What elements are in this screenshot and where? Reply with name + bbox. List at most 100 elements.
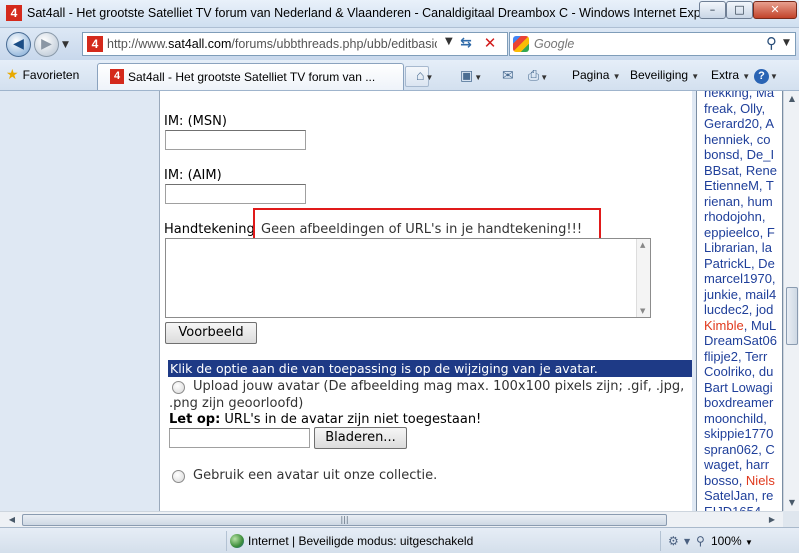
online-user-name[interactable]: , MuL: [744, 318, 777, 333]
tools-menu[interactable]: Extra ▼: [711, 67, 750, 87]
online-user-name[interactable]: henniek, co: [704, 132, 771, 147]
online-user-name[interactable]: SatelJan, re: [704, 488, 773, 503]
vertical-scrollbar[interactable]: ▲ ▼: [783, 91, 799, 511]
zoom-magnifier-icon[interactable]: ⚲: [696, 534, 705, 548]
signature-textarea[interactable]: ▲ ▼: [165, 238, 651, 318]
online-user-name[interactable]: spran062, C: [704, 442, 775, 457]
online-user-name[interactable]: boxdreamer: [704, 395, 773, 410]
online-user-line[interactable]: boxdreamer: [704, 395, 773, 410]
online-user-name[interactable]: freak, Olly,: [704, 101, 765, 116]
online-user-line[interactable]: skippie1770: [704, 426, 773, 441]
help-button[interactable]: ? ▼: [754, 67, 778, 87]
minimize-button[interactable]: –: [699, 1, 726, 19]
online-user-name[interactable]: bonsd, De_I: [704, 147, 774, 162]
online-user-line[interactable]: Bart Lowagi: [704, 380, 773, 395]
online-user-name[interactable]: BBsat, Rene: [704, 163, 777, 178]
upload-avatar-radio[interactable]: [172, 381, 185, 394]
online-user-name[interactable]: rienan, hum: [704, 194, 773, 209]
online-user-name[interactable]: Niels: [746, 473, 775, 488]
textarea-scrollbar[interactable]: ▲ ▼: [636, 239, 650, 317]
online-user-line[interactable]: bosso, Niels: [704, 473, 775, 488]
online-user-name[interactable]: Bart Lowagi: [704, 380, 773, 395]
refresh-icon[interactable]: ⇆: [456, 35, 476, 53]
browse-button[interactable]: Bladeren...: [314, 427, 407, 449]
avatar-file-input[interactable]: [169, 428, 310, 448]
online-user-name[interactable]: PatrickL, De: [704, 256, 775, 271]
forward-button[interactable]: ▶: [34, 32, 59, 57]
textarea-scroll-down-icon[interactable]: ▼: [640, 307, 645, 315]
online-user-name[interactable]: EtienneM, T: [704, 178, 774, 193]
online-user-name[interactable]: EIJD1654: [704, 504, 761, 512]
online-user-name[interactable]: Librarian, la: [704, 240, 772, 255]
online-user-name[interactable]: bosso,: [704, 473, 746, 488]
scroll-right-icon[interactable]: ▶: [764, 512, 780, 528]
online-user-line[interactable]: bonsd, De_I: [704, 147, 774, 162]
stop-icon[interactable]: ✕: [480, 34, 500, 52]
collection-avatar-radio[interactable]: [172, 470, 185, 483]
print-button[interactable]: ⎙▼: [528, 67, 548, 87]
online-user-line[interactable]: hekking, Ma: [704, 91, 774, 100]
online-user-line[interactable]: moonchild,: [704, 411, 767, 426]
online-user-name[interactable]: Coolriko, du: [704, 364, 773, 379]
back-button[interactable]: ◀: [6, 32, 31, 57]
online-user-line[interactable]: EtienneM, T: [704, 178, 774, 193]
preview-button[interactable]: Voorbeeld: [165, 322, 257, 344]
online-user-line[interactable]: lucdec2, jod: [704, 302, 773, 317]
online-user-name[interactable]: hekking, Ma: [704, 91, 774, 100]
search-options-dropdown-icon[interactable]: ▼: [783, 38, 790, 48]
online-user-name[interactable]: rhodojohn,: [704, 209, 765, 224]
aim-input[interactable]: [165, 184, 306, 204]
scroll-up-icon[interactable]: ▲: [785, 91, 799, 107]
maximize-button[interactable]: □: [726, 1, 753, 19]
online-user-line[interactable]: rhodojohn,: [704, 209, 765, 224]
online-user-line[interactable]: Coolriko, du: [704, 364, 773, 379]
online-user-line[interactable]: marcel1970,: [704, 271, 776, 286]
msn-input[interactable]: [165, 130, 306, 150]
online-user-line[interactable]: PatrickL, De: [704, 256, 775, 271]
online-user-line[interactable]: EIJD1654: [704, 504, 761, 512]
address-dropdown-icon[interactable]: ▼: [445, 36, 453, 47]
online-user-name[interactable]: DreamSat06: [704, 333, 777, 348]
online-user-line[interactable]: BBsat, Rene: [704, 163, 777, 178]
online-user-line[interactable]: junkie, mail4: [704, 287, 776, 302]
online-user-line[interactable]: rienan, hum: [704, 194, 773, 209]
address-url[interactable]: http://www.sat4all.com/forums/ubbthreads…: [107, 37, 437, 51]
online-user-line[interactable]: SatelJan, re: [704, 488, 773, 503]
scroll-left-icon[interactable]: ◀: [4, 512, 20, 528]
security-menu[interactable]: Beveiliging ▼: [630, 67, 699, 87]
online-user-name[interactable]: waget, harr: [704, 457, 769, 472]
favorites-button[interactable]: ★ Favorieten: [6, 66, 79, 86]
history-dropdown-icon[interactable]: ▼: [62, 40, 69, 50]
online-user-name[interactable]: lucdec2, jod: [704, 302, 773, 317]
address-bar[interactable]: 4 http://www.sat4all.com/forums/ubbthrea…: [82, 32, 508, 56]
online-user-name[interactable]: eppieelco, F: [704, 225, 775, 240]
online-user-line[interactable]: Kimble, MuL: [704, 318, 776, 333]
online-user-line[interactable]: eppieelco, F: [704, 225, 775, 240]
online-user-name[interactable]: moonchild,: [704, 411, 767, 426]
vertical-scroll-thumb[interactable]: [786, 287, 798, 345]
search-box[interactable]: Google ⚲ ▼: [509, 32, 796, 56]
security-zone[interactable]: Internet | Beveiligde modus: uitgeschake…: [230, 534, 473, 548]
home-button[interactable]: ⌂▼: [416, 67, 433, 87]
horizontal-scrollbar[interactable]: ◀ ||| ▶: [0, 511, 783, 527]
addons-dropdown-icon[interactable]: ▼: [684, 537, 690, 546]
mail-button[interactable]: ✉: [502, 67, 514, 87]
online-user-line[interactable]: Gerard20, A: [704, 116, 774, 131]
online-user-line[interactable]: DreamSat06: [704, 333, 777, 348]
online-user-line[interactable]: freak, Olly,: [704, 101, 765, 116]
online-user-line[interactable]: Librarian, la: [704, 240, 772, 255]
protected-mode-icon[interactable]: ⚙: [668, 534, 679, 548]
close-button[interactable]: ✕: [753, 1, 797, 19]
online-user-line[interactable]: flipje2, Terr: [704, 349, 767, 364]
feeds-button[interactable]: ▣▼: [460, 67, 482, 87]
online-user-name[interactable]: flipje2, Terr: [704, 349, 767, 364]
online-user-name[interactable]: Kimble: [704, 318, 744, 333]
online-user-name[interactable]: marcel1970,: [704, 271, 776, 286]
textarea-scroll-up-icon[interactable]: ▲: [640, 241, 645, 249]
online-user-line[interactable]: waget, harr: [704, 457, 769, 472]
search-icon[interactable]: ⚲: [766, 34, 777, 52]
scroll-down-icon[interactable]: ▼: [785, 495, 799, 511]
browser-tab[interactable]: 4 Sat4all - Het grootste Satelliet TV fo…: [97, 63, 404, 90]
online-user-name[interactable]: Gerard20, A: [704, 116, 774, 131]
online-user-name[interactable]: skippie1770: [704, 426, 773, 441]
